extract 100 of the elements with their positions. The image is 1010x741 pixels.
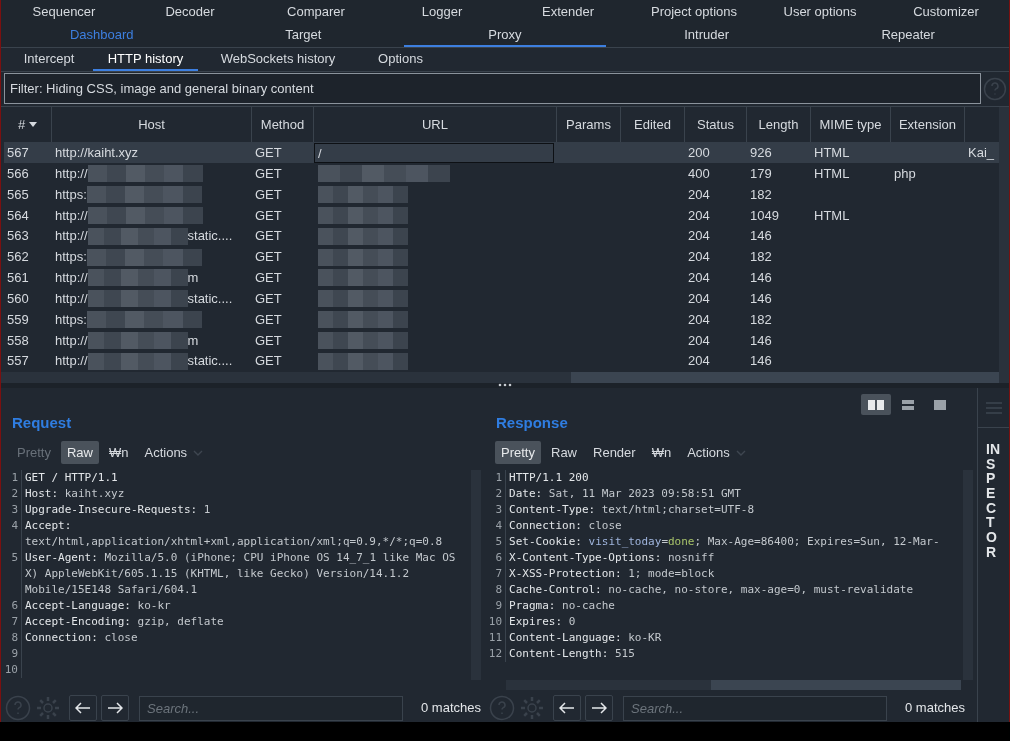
- line-number: 3: [1, 502, 22, 518]
- line-number: 12: [485, 646, 507, 662]
- view-tab[interactable]: Pretty: [495, 441, 541, 464]
- line-number: 2: [485, 486, 507, 502]
- line-number: 7: [485, 566, 507, 582]
- match-count: 0 matches: [905, 699, 965, 718]
- actions-menu[interactable]: Actions: [138, 441, 210, 464]
- view-tab[interactable]: ₩n: [645, 441, 678, 464]
- column-header[interactable]: Params: [566, 114, 611, 135]
- line-number: 6: [1, 598, 22, 614]
- tool-tab[interactable]: Target: [202, 24, 405, 47]
- table-cell-text: 566: [6, 164, 30, 183]
- table-cell-text: 560: [6, 289, 30, 308]
- column-header[interactable]: Status: [697, 114, 734, 135]
- table-cell[interactable]: /: [314, 142, 554, 163]
- column-header[interactable]: MIME type: [819, 114, 882, 135]
- table-cell-text: 559: [6, 310, 30, 329]
- table-cell-text: 204: [687, 331, 711, 350]
- table-cell-text: 146: [749, 269, 773, 288]
- view-tab[interactable]: Raw: [545, 441, 583, 464]
- subtab[interactable]: Intercept: [5, 47, 93, 72]
- code-line: Upgrade-Insecure-Requests: 1: [24, 502, 211, 518]
- column-header[interactable]: #: [17, 114, 26, 135]
- table-cell-text: 564: [6, 206, 30, 225]
- table-cell-text: HTML: [813, 164, 851, 183]
- table-cell-text: http://: [55, 331, 88, 350]
- table-cell-text: http://: [55, 352, 88, 371]
- table-cell-text: 400: [687, 164, 711, 183]
- code-line: Connection: close: [24, 630, 138, 646]
- subtab[interactable]: WebSockets history: [198, 47, 358, 72]
- search-field[interactable]: Search...: [139, 695, 403, 721]
- table-cell-text: HTML: [813, 144, 851, 163]
- code-line: Content-Type: text/html;charset=UTF-8: [508, 502, 755, 518]
- search-field[interactable]: Search...: [623, 695, 888, 721]
- table-cell-text: 1049: [749, 206, 780, 225]
- code-line: Date: Sat, 11 Mar 2023 09:58:51 GMT: [508, 486, 741, 502]
- table-cell-text: 567: [6, 144, 30, 163]
- table-cell-text: 182: [749, 185, 773, 204]
- table-cell-text: 561: [6, 269, 30, 288]
- code-line: Connection: close: [508, 518, 622, 534]
- tool-tab[interactable]: Customizer: [883, 2, 1009, 22]
- panel-title: Request: [11, 413, 73, 433]
- tool-tab[interactable]: User options: [757, 2, 883, 22]
- actions-menu[interactable]: Actions: [681, 441, 752, 464]
- column-header[interactable]: Host: [138, 114, 165, 135]
- table-cell-text: 146: [749, 352, 773, 371]
- tool-tab[interactable]: Sequencer: [1, 2, 127, 22]
- line-number: 10: [485, 614, 507, 630]
- table-cell-text: Kai_: [967, 144, 996, 163]
- table-cell-text: 563: [6, 227, 30, 246]
- line-number: 7: [1, 614, 22, 630]
- subtab[interactable]: HTTP history: [93, 47, 198, 72]
- table-cell-text: 204: [687, 248, 711, 267]
- tool-tab[interactable]: Logger: [379, 2, 505, 22]
- filter-bar[interactable]: Filter: Hiding CSS, image and general binary content: [4, 73, 982, 105]
- view-tab[interactable]: Render: [587, 441, 642, 464]
- table-cell-text: 204: [687, 227, 711, 246]
- panel-title: Response: [495, 413, 569, 433]
- table-cell-text: GET: [254, 289, 283, 308]
- inspector-tab[interactable]: INSPECTOR: [978, 428, 1009, 560]
- table-cell-text: GET: [254, 206, 283, 225]
- table-cell-text: http://: [55, 206, 88, 225]
- line-number: 1: [1, 470, 22, 486]
- table-cell-text: 558: [6, 331, 30, 350]
- subtab[interactable]: Options: [358, 47, 443, 72]
- line-number: 11: [485, 630, 507, 646]
- table-cell-text: https:: [55, 310, 87, 329]
- column-header[interactable]: URL: [422, 114, 448, 135]
- table-cell-text: 182: [749, 310, 773, 329]
- table-cell-text: 182: [749, 248, 773, 267]
- view-tab[interactable]: ₩n: [103, 441, 135, 464]
- column-header[interactable]: Extension: [898, 114, 957, 135]
- tool-tab[interactable]: Extender: [505, 2, 631, 22]
- table-cell-text: 200: [687, 144, 711, 163]
- column-header[interactable]: Method: [260, 114, 305, 135]
- tool-tab[interactable]: Comparer: [253, 2, 379, 22]
- tool-tab[interactable]: Decoder: [127, 2, 253, 22]
- code-line: Accept: text/html,application/xhtml+xml,application/xml;q=0.9,*/*;q=0.8: [24, 518, 444, 550]
- table-cell-text: http://: [55, 227, 88, 246]
- tool-tab[interactable]: Dashboard: [1, 24, 203, 47]
- line-number: 8: [1, 630, 22, 646]
- view-tab[interactable]: Raw: [60, 441, 99, 464]
- column-header[interactable]: Edited: [634, 114, 671, 135]
- column-header[interactable]: Length: [758, 114, 799, 135]
- table-cell-text: m: [187, 331, 199, 350]
- code-line: X-XSS-Protection: 1; mode=block: [508, 566, 715, 582]
- table-cell-text: HTML: [813, 206, 851, 225]
- tool-tab[interactable]: Proxy: [404, 24, 606, 47]
- line-number: 5: [485, 534, 507, 550]
- tool-tab[interactable]: Project options: [631, 2, 757, 22]
- table-cell-text: 562: [6, 248, 30, 267]
- tool-tab[interactable]: Intruder: [605, 24, 808, 47]
- line-number: 8: [485, 582, 507, 598]
- table-cell-text: static....: [187, 289, 233, 308]
- selected-row[interactable]: 567 http://kaiht.xyz GET / 200 926 HTML Kai_: [4, 142, 999, 164]
- table-cell-text: GET: [254, 164, 283, 183]
- tool-tab[interactable]: Repeater: [807, 24, 1009, 47]
- table-cell-text: 179: [749, 164, 773, 183]
- code-line: Accept-Language: ko-kr: [24, 598, 171, 614]
- match-count: 0 matches: [421, 699, 481, 718]
